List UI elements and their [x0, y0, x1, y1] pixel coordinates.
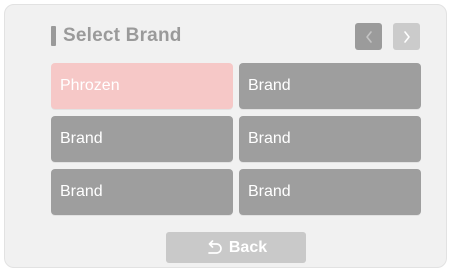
brand-label: Brand: [60, 130, 103, 147]
back-button[interactable]: Back: [166, 232, 306, 263]
chevron-left-icon: [364, 30, 374, 44]
brand-button[interactable]: Brand: [51, 169, 233, 215]
title-accent-bar: [51, 26, 56, 46]
select-brand-panel: Select Brand Phrozen Brand Brand Brand B…: [4, 4, 447, 268]
brand-label: Brand: [248, 77, 291, 94]
brand-label: Phrozen: [60, 77, 120, 94]
brand-button[interactable]: Brand: [239, 116, 421, 162]
back-button-label: Back: [228, 238, 268, 256]
brand-button[interactable]: Brand: [51, 116, 233, 162]
next-page-button[interactable]: [393, 23, 420, 50]
brand-button[interactable]: Brand: [239, 63, 421, 109]
brand-label: Brand: [60, 183, 103, 200]
brand-label: Brand: [248, 183, 291, 200]
prev-page-button[interactable]: [355, 23, 382, 50]
chevron-right-icon: [402, 30, 412, 44]
page-title: Select Brand: [63, 25, 182, 46]
brand-button-phrozen[interactable]: Phrozen: [51, 63, 233, 109]
brand-button[interactable]: Brand: [239, 169, 421, 215]
brand-label: Brand: [248, 130, 291, 147]
undo-arrow-icon: [205, 239, 223, 256]
